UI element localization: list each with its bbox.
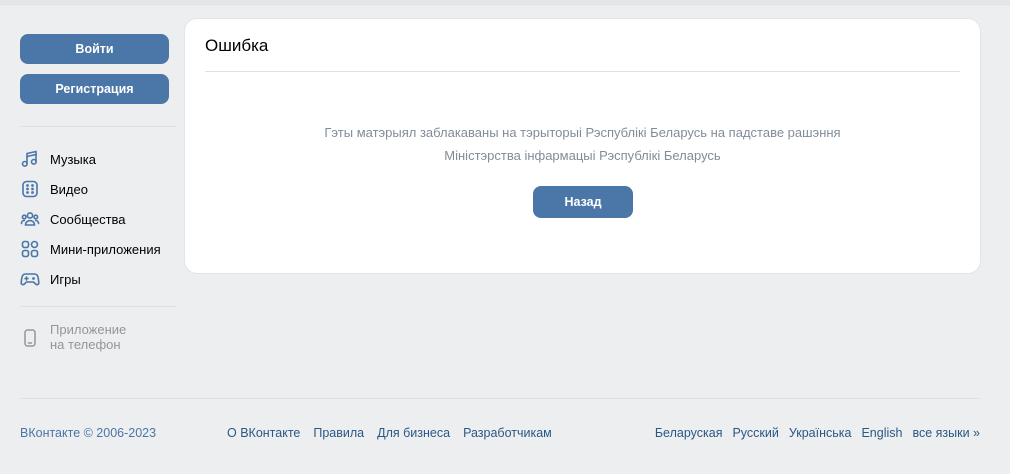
sidebar-item-communities[interactable]: Сообщества — [20, 204, 176, 234]
footer-link-rules[interactable]: Правила — [313, 426, 364, 440]
language-links: Беларуская Русский Українська English вс… — [655, 426, 980, 440]
gamepad-icon — [20, 269, 40, 289]
error-message-line1: Гэты матэрыял заблакаваны на тэрыторыі Р… — [324, 125, 841, 140]
sidebar-item-games[interactable]: Игры — [20, 264, 176, 294]
sidebar-item-label: Игры — [50, 271, 81, 287]
top-border — [0, 0, 1010, 5]
sidebar-nav: Музыка Видео Сообщества Мини-приложения … — [20, 144, 176, 294]
footer-link-about[interactable]: О ВКонтакте — [227, 426, 300, 440]
page-title: Ошибка — [205, 36, 269, 55]
sidebar-item-label: Мини-приложения — [50, 241, 161, 257]
sidebar-item-label: Музыка — [50, 151, 96, 167]
lang-ukrainian[interactable]: Українська — [789, 426, 852, 440]
login-button[interactable]: Войти — [20, 34, 169, 64]
card-divider — [205, 71, 960, 72]
footer-link-business[interactable]: Для бизнеса — [377, 426, 450, 440]
footer-link-developers[interactable]: Разработчикам — [463, 426, 552, 440]
phone-app-link[interactable]: Приложение на телефон — [20, 322, 176, 352]
footer-links: О ВКонтакте Правила Для бизнеса Разработ… — [227, 426, 552, 440]
footer: ВКонтакте © 2006-2023 О ВКонтакте Правил… — [20, 426, 980, 442]
sidebar-item-mini-apps[interactable]: Мини-приложения — [20, 234, 176, 264]
phone-app-line2: на телефон — [50, 337, 121, 352]
sidebar-item-label: Видео — [50, 181, 88, 197]
communities-icon — [20, 209, 40, 229]
phone-app-line1: Приложение — [50, 322, 127, 337]
error-message: Гэты матэрыял заблакаваны на тэрыторыі Р… — [185, 121, 980, 167]
sidebar-divider — [20, 306, 176, 307]
error-message-line2: Міністэрства інфармацыі Рэспублікі Белар… — [444, 148, 721, 163]
lang-english[interactable]: English — [861, 426, 902, 440]
back-button[interactable]: Назад — [533, 186, 633, 218]
music-icon — [20, 149, 40, 169]
lang-russian[interactable]: Русский — [732, 426, 778, 440]
phone-app-label: Приложение на телефон — [50, 322, 126, 352]
mini-apps-icon — [20, 239, 40, 259]
sidebar-item-label: Сообщества — [50, 211, 126, 227]
sidebar-item-video[interactable]: Видео — [20, 174, 176, 204]
lang-all-languages[interactable]: все языки » — [912, 426, 980, 440]
sidebar-divider — [20, 126, 176, 127]
sidebar: Войти Регистрация Музыка Видео Сообществ… — [20, 34, 176, 352]
copyright: ВКонтакте © 2006-2023 — [20, 426, 157, 440]
lang-belarusian[interactable]: Беларуская — [655, 426, 723, 440]
footer-divider — [20, 398, 980, 399]
register-button[interactable]: Регистрация — [20, 74, 169, 104]
error-card: Ошибка Гэты матэрыял заблакаваны на тэры… — [185, 19, 980, 273]
sidebar-item-music[interactable]: Музыка — [20, 144, 176, 174]
phone-icon — [20, 328, 40, 348]
video-icon — [20, 179, 40, 199]
